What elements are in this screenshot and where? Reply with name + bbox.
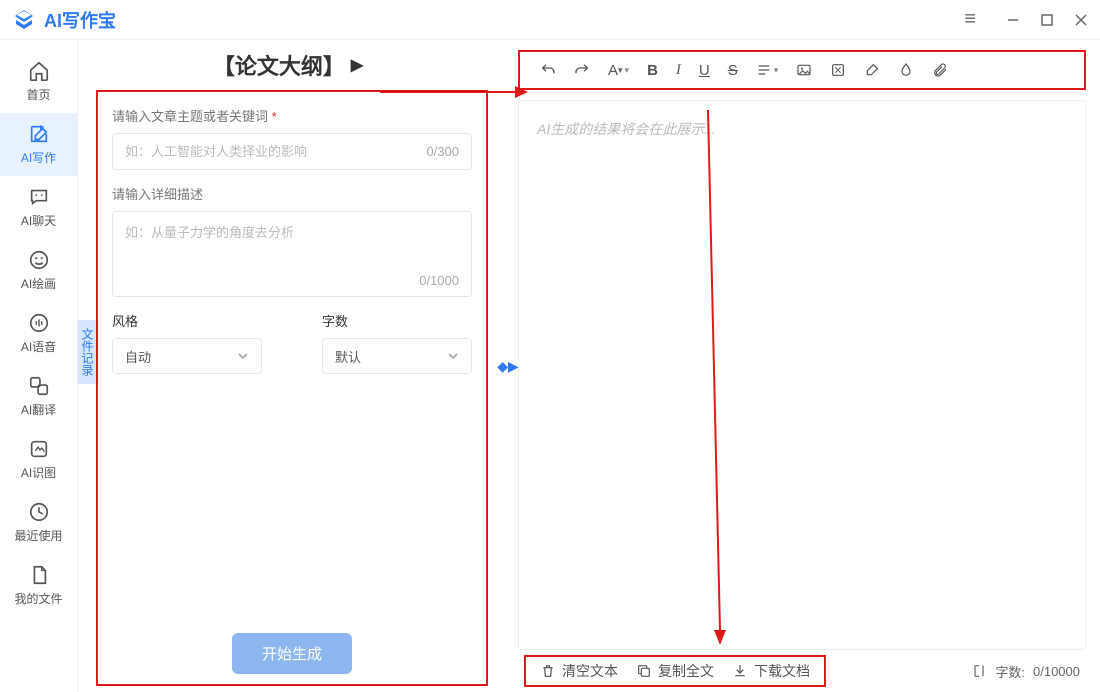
form-box: 请输入文章主题或者关键词 * 0/300 请输入详细描述 0/1000 风格: [96, 90, 488, 686]
clear-button[interactable]: 清空文本: [540, 661, 618, 681]
copy-icon: [636, 663, 652, 679]
clock-icon: [28, 501, 50, 523]
italic-button[interactable]: I: [676, 62, 681, 79]
editor-toolbar: A▾▾ B I U S ▾: [518, 50, 1086, 90]
topic-label: 请输入文章主题或者关键词 *: [112, 106, 472, 125]
image-button[interactable]: [796, 62, 812, 78]
brush-button[interactable]: [864, 62, 880, 78]
clear-label: 清空文本: [562, 661, 618, 681]
copy-button[interactable]: 复制全文: [636, 661, 714, 681]
chevron-down-icon: [447, 350, 459, 362]
left-panel: 【论文大纲】 ▶ 请输入文章主题或者关键词 * 0/300 请输入详细描述 0/…: [78, 40, 498, 692]
app-name: AI写作宝: [44, 7, 116, 33]
download-label: 下载文档: [754, 661, 810, 681]
word-count: 字数: 0/10000: [971, 662, 1080, 681]
gallery-button[interactable]: [830, 62, 846, 78]
topic-counter: 0/300: [426, 144, 459, 159]
topic-input-wrap: 0/300: [112, 133, 472, 170]
align-button[interactable]: ▾: [756, 62, 779, 78]
detail-counter: 0/1000: [419, 273, 459, 288]
nav-ai-draw[interactable]: AI绘画: [0, 239, 77, 302]
undo-button[interactable]: [540, 62, 556, 78]
font-color-button[interactable]: A▾▾: [608, 62, 629, 79]
download-icon: [732, 663, 748, 679]
nav-label: AI翻译: [21, 401, 56, 418]
redo-button[interactable]: [574, 62, 590, 78]
wordcount-icon: [971, 663, 987, 679]
sidebar: 首页 AI写作 AI聊天 AI绘画 AI语音 AI翻译 AI识图 最近使用 我的…: [0, 40, 78, 692]
wordcount-value: 0/10000: [1033, 664, 1080, 679]
nav-label: 首页: [26, 86, 50, 103]
detail-label: 请输入详细描述: [112, 184, 472, 203]
download-button[interactable]: 下载文档: [732, 661, 810, 681]
maximize-button[interactable]: [1040, 13, 1054, 27]
editor-placeholder: AI生成的结果将会在此展示...: [537, 121, 716, 137]
logo-icon: [12, 8, 36, 32]
write-icon: [28, 123, 50, 145]
nav-label: AI语音: [21, 338, 56, 355]
editor-footer: 清空文本 复制全文 下载文档 字数: 0/10000: [518, 650, 1086, 692]
nav-label: AI绘画: [21, 275, 56, 292]
home-icon: [28, 60, 50, 82]
nav-label: AI写作: [21, 149, 56, 166]
drop-button[interactable]: [898, 62, 914, 78]
footer-actions: 清空文本 复制全文 下载文档: [524, 655, 826, 687]
right-panel: A▾▾ B I U S ▾ AI生成的结果将会在此展示... 清空文本: [518, 40, 1100, 692]
copy-label: 复制全文: [658, 661, 714, 681]
style-label: 风格: [112, 311, 262, 330]
count-select[interactable]: 默认: [322, 338, 472, 374]
window-controls: ≡: [964, 8, 1088, 31]
bold-button[interactable]: B: [647, 62, 658, 79]
nav-home[interactable]: 首页: [0, 50, 77, 113]
count-label: 字数: [322, 311, 472, 330]
detail-textarea-wrap: 0/1000: [112, 211, 472, 297]
chevron-down-icon: [237, 350, 249, 362]
detail-textarea[interactable]: [125, 222, 459, 262]
nav-ai-translate[interactable]: AI翻译: [0, 365, 77, 428]
wordcount-label: 字数:: [995, 662, 1025, 681]
trash-icon: [540, 663, 556, 679]
nav-ai-voice[interactable]: AI语音: [0, 302, 77, 365]
minimize-button[interactable]: [1006, 13, 1020, 27]
titlebar: AI写作宝 ≡: [0, 0, 1100, 40]
main-content: 【论文大纲】 ▶ 请输入文章主题或者关键词 * 0/300 请输入详细描述 0/…: [78, 40, 1100, 692]
nav-my-files[interactable]: 我的文件: [0, 554, 77, 617]
nav-label: AI识图: [21, 464, 56, 481]
nav-recent[interactable]: 最近使用: [0, 491, 77, 554]
panel-divider[interactable]: ◆▶: [498, 40, 518, 692]
close-button[interactable]: [1074, 13, 1088, 27]
count-value: 默认: [335, 347, 361, 366]
underline-button[interactable]: U: [699, 62, 710, 79]
page-title-row: 【论文大纲】 ▶: [78, 40, 498, 90]
strikethrough-button[interactable]: S: [728, 62, 738, 79]
translate-icon: [28, 375, 50, 397]
ocr-icon: [28, 438, 50, 460]
nav-label: 我的文件: [14, 590, 62, 607]
topic-input[interactable]: [125, 144, 359, 159]
chat-icon: [28, 186, 50, 208]
attachment-button[interactable]: [932, 62, 948, 78]
file-icon: [28, 564, 50, 586]
nav-ai-chat[interactable]: AI聊天: [0, 176, 77, 239]
nav-label: 最近使用: [14, 527, 62, 544]
style-value: 自动: [125, 347, 151, 366]
nav-ai-ocr[interactable]: AI识图: [0, 428, 77, 491]
page-title: 【论文大纲】: [213, 49, 345, 81]
menu-icon[interactable]: ≡: [964, 8, 976, 31]
nav-label: AI聊天: [21, 212, 56, 229]
nav-ai-write[interactable]: AI写作: [0, 113, 77, 176]
draw-icon: [28, 249, 50, 271]
generate-button[interactable]: 开始生成: [232, 633, 352, 674]
play-icon[interactable]: ▶: [351, 55, 363, 75]
voice-icon: [28, 312, 50, 334]
editor-area[interactable]: AI生成的结果将会在此展示...: [518, 100, 1086, 650]
style-select[interactable]: 自动: [112, 338, 262, 374]
app-logo: AI写作宝: [12, 7, 116, 33]
